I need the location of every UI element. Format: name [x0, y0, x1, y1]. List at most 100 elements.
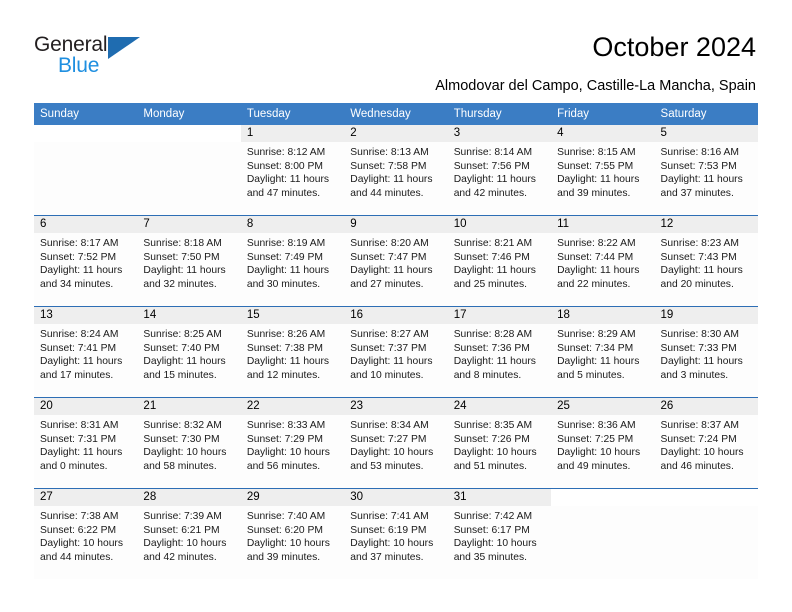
day-cell[interactable]: Sunrise: 8:36 AM Sunset: 7:25 PM Daylight:… [551, 415, 655, 488]
day-number[interactable]: 18 [551, 307, 655, 324]
sunrise-text: Sunrise: 8:28 AM [453, 329, 533, 340]
sunrise-text: Sunrise: 8:15 AM [557, 147, 636, 158]
daylight-text-line1: Daylight: 11 hours [453, 356, 536, 368]
day-number[interactable]: 6 [34, 216, 138, 233]
day-number[interactable]: 9 [344, 216, 448, 233]
day-number[interactable]: 16 [344, 307, 448, 324]
sunset-text: Sunset: 7:53 PM [660, 160, 737, 172]
day-number[interactable]: 28 [137, 489, 241, 506]
day-cell[interactable]: Sunrise: 8:21 AM Sunset: 7:46 PM Daylight:… [447, 233, 552, 306]
day-cell[interactable]: Sunrise: 7:42 AM Sunset: 6:17 PM Daylight:… [447, 506, 552, 579]
day-cell[interactable]: Sunrise: 8:33 AM Sunset: 7:29 PM Daylight:… [240, 415, 345, 488]
day-number-empty [137, 125, 241, 142]
daylight-text-line1: Daylight: 11 hours [143, 265, 226, 277]
day-cell[interactable]: Sunrise: 8:24 AM Sunset: 7:41 PM Daylight:… [34, 324, 138, 397]
week-date-band: 13 14 15 16 17 18 19 [34, 307, 758, 324]
weekday-monday: Monday [143, 108, 185, 120]
day-number[interactable]: 1 [240, 125, 345, 142]
sunrise-text: Sunrise: 8:14 AM [453, 147, 533, 158]
sunrise-text: Sunrise: 8:21 AM [453, 238, 533, 249]
day-cell[interactable]: Sunrise: 8:23 AM Sunset: 7:43 PM Daylight:… [654, 233, 758, 306]
sunset-text: Sunset: 8:00 PM [246, 160, 323, 172]
day-number[interactable]: 26 [654, 398, 758, 415]
day-number[interactable]: 20 [34, 398, 138, 415]
day-number[interactable]: 3 [447, 125, 552, 142]
day-cell[interactable]: Sunrise: 8:18 AM Sunset: 7:50 PM Daylight:… [137, 233, 241, 306]
day-number[interactable]: 17 [447, 307, 552, 324]
day-cell[interactable]: Sunrise: 8:15 AM Sunset: 7:55 PM Daylight:… [551, 142, 655, 215]
daylight-text-line1: Daylight: 10 hours [453, 447, 537, 459]
day-cell[interactable]: Sunrise: 8:34 AM Sunset: 7:27 PM Daylight:… [344, 415, 448, 488]
daylight-text-line1: Daylight: 11 hours [660, 174, 743, 186]
sunrise-text: Sunrise: 8:36 AM [557, 420, 636, 431]
day-number[interactable]: 15 [240, 307, 345, 324]
day-cell[interactable]: Sunrise: 8:16 AM Sunset: 7:53 PM Daylight:… [654, 142, 758, 215]
day-number[interactable]: 12 [654, 216, 758, 233]
day-cell[interactable]: Sunrise: 8:19 AM Sunset: 7:49 PM Daylight:… [240, 233, 345, 306]
calendar-table: Sunday Monday Tuesday Wednesday Thursday… [34, 103, 758, 579]
day-number[interactable]: 7 [137, 216, 241, 233]
sunset-text: Sunset: 7:41 PM [40, 342, 117, 354]
day-cell[interactable]: Sunrise: 8:35 AM Sunset: 7:26 PM Daylight:… [447, 415, 552, 488]
day-number[interactable]: 10 [447, 216, 552, 233]
day-cell[interactable]: Sunrise: 8:22 AM Sunset: 7:44 PM Daylight:… [551, 233, 655, 306]
daylight-text-line1: Daylight: 11 hours [246, 265, 330, 277]
sunset-text: Sunset: 7:30 PM [143, 433, 220, 445]
day-number[interactable]: 25 [551, 398, 655, 415]
daylight-text-line2: and 0 minutes. [40, 460, 108, 472]
calendar-week-row: 1 2 3 4 5 Sunrise: 8:12 AM Sunset: 8:00 PM Dayl… [34, 125, 758, 215]
day-cell[interactable]: Sunrise: 8:28 AM Sunset: 7:36 PM Daylight:… [447, 324, 552, 397]
day-number[interactable]: 5 [654, 125, 758, 142]
day-number[interactable]: 19 [654, 307, 758, 324]
sunrise-text: Sunrise: 8:20 AM [350, 238, 429, 249]
daylight-text-line1: Daylight: 11 hours [40, 447, 123, 459]
day-cell[interactable]: Sunrise: 8:27 AM Sunset: 7:37 PM Daylight:… [344, 324, 448, 397]
daylight-text-line2: and 58 minutes. [143, 460, 217, 472]
weekday-friday: Friday [557, 108, 590, 120]
day-number[interactable]: 24 [447, 398, 552, 415]
sunrise-text: Sunrise: 8:12 AM [246, 147, 326, 158]
day-cell[interactable]: Sunrise: 8:30 AM Sunset: 7:33 PM Daylight:… [654, 324, 758, 397]
daylight-text-line2: and 47 minutes. [246, 187, 321, 199]
day-number[interactable]: 30 [344, 489, 448, 506]
day-cell[interactable]: Sunrise: 7:39 AM Sunset: 6:21 PM Daylight:… [137, 506, 241, 579]
day-number[interactable]: 29 [240, 489, 345, 506]
day-number[interactable]: 11 [551, 216, 655, 233]
day-cell[interactable]: Sunrise: 8:17 AM Sunset: 7:52 PM Daylight:… [34, 233, 138, 306]
sunset-text: Sunset: 7:33 PM [660, 342, 737, 354]
sunset-text: Sunset: 6:22 PM [40, 524, 117, 536]
day-cell[interactable]: Sunrise: 7:38 AM Sunset: 6:22 PM Daylight:… [34, 506, 138, 579]
day-number[interactable]: 14 [137, 307, 241, 324]
day-cell[interactable]: Sunrise: 7:41 AM Sunset: 6:19 PM Daylight:… [344, 506, 448, 579]
day-number[interactable]: 8 [240, 216, 345, 233]
day-number[interactable]: 22 [240, 398, 345, 415]
day-cell-empty [654, 506, 758, 579]
day-cell[interactable]: Sunrise: 7:40 AM Sunset: 6:20 PM Daylight:… [240, 506, 345, 579]
day-number[interactable]: 4 [551, 125, 655, 142]
day-cell[interactable]: Sunrise: 8:25 AM Sunset: 7:40 PM Daylight:… [137, 324, 241, 397]
day-number[interactable]: 21 [137, 398, 241, 415]
day-cell[interactable]: Sunrise: 8:37 AM Sunset: 7:24 PM Daylight:… [654, 415, 758, 488]
day-number[interactable]: 13 [34, 307, 138, 324]
day-cell-empty [34, 142, 138, 215]
day-cell[interactable]: Sunrise: 8:31 AM Sunset: 7:31 PM Daylight:… [34, 415, 138, 488]
day-number[interactable]: 31 [447, 489, 552, 506]
sunrise-text: Sunrise: 8:22 AM [557, 238, 636, 249]
sunset-text: Sunset: 7:34 PM [557, 342, 634, 354]
day-cell[interactable]: Sunrise: 8:26 AM Sunset: 7:38 PM Daylight:… [240, 324, 345, 397]
day-cell[interactable]: Sunrise: 8:20 AM Sunset: 7:47 PM Daylight:… [344, 233, 448, 306]
day-cell[interactable]: Sunrise: 8:29 AM Sunset: 7:34 PM Daylight:… [551, 324, 655, 397]
day-cell[interactable]: Sunrise: 8:14 AM Sunset: 7:56 PM Daylight:… [447, 142, 552, 215]
daylight-text-line1: Daylight: 11 hours [350, 174, 433, 186]
calendar-weeks: 1 2 3 4 5 Sunrise: 8:12 AM Sunset: 8:00 PM Dayl… [34, 125, 758, 579]
daylight-text-line1: Daylight: 11 hours [557, 265, 640, 277]
day-number[interactable]: 27 [34, 489, 138, 506]
logo-text-blue: Blue [58, 54, 100, 77]
day-cell-empty [137, 142, 241, 215]
day-number[interactable]: 23 [344, 398, 448, 415]
day-cell[interactable]: Sunrise: 8:13 AM Sunset: 7:58 PM Daylight:… [344, 142, 448, 215]
day-cell[interactable]: Sunrise: 8:32 AM Sunset: 7:30 PM Daylight:… [137, 415, 241, 488]
daylight-text-line2: and 42 minutes. [143, 551, 217, 563]
day-cell[interactable]: Sunrise: 8:12 AM Sunset: 8:00 PM Daylight:… [240, 142, 345, 215]
day-number[interactable]: 2 [344, 125, 448, 142]
